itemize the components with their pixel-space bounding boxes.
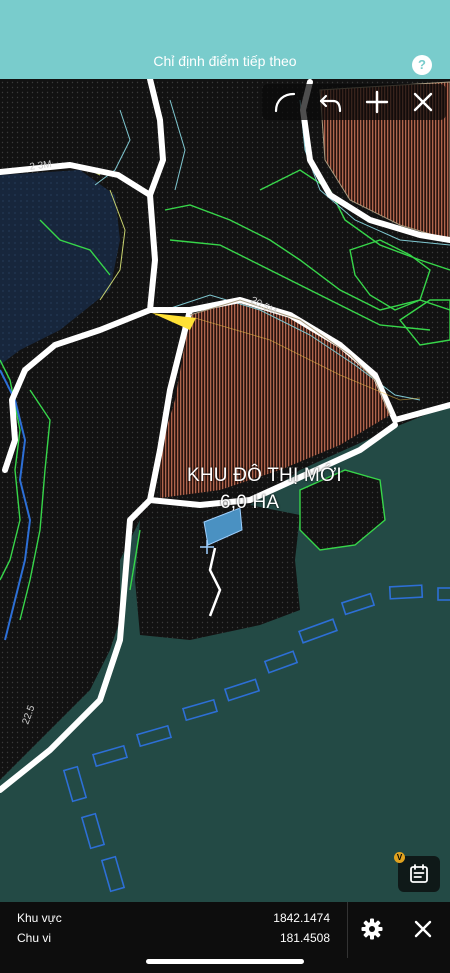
home-indicator	[146, 959, 304, 964]
zone-size-label: 6,0 HA	[220, 492, 280, 513]
help-button[interactable]: ?	[412, 55, 432, 75]
perimeter-value: 181.4508	[279, 931, 330, 945]
area-value: 1842.1474	[273, 911, 330, 925]
close-icon[interactable]	[404, 85, 442, 119]
top-bar: Chỉ định điểm tiếp theo ?	[0, 0, 450, 79]
gear-icon	[361, 918, 383, 940]
layers-button[interactable]	[398, 856, 440, 892]
calendar-icon	[410, 864, 428, 883]
drawing-toolbar	[262, 84, 446, 120]
map-canvas[interactable]: 2 3M 20.5M 22.5 KHU ĐÔ THỊ MỚI 6,0 HA	[0, 79, 450, 902]
zone-title-label: KHU ĐÔ THỊ MỚI	[187, 465, 342, 486]
undo-icon[interactable]	[312, 85, 350, 119]
area-label: Khu vực	[17, 911, 62, 925]
plus-icon[interactable]	[358, 85, 396, 119]
close-icon	[414, 920, 432, 938]
arc-icon[interactable]	[266, 85, 304, 119]
layers-badge: V	[394, 852, 405, 863]
footer-divider	[347, 902, 348, 958]
instruction-title: Chỉ định điểm tiếp theo	[153, 53, 297, 69]
close-measurement-button[interactable]	[406, 912, 440, 946]
perimeter-label: Chu vi	[17, 931, 52, 945]
settings-button[interactable]	[355, 912, 389, 946]
